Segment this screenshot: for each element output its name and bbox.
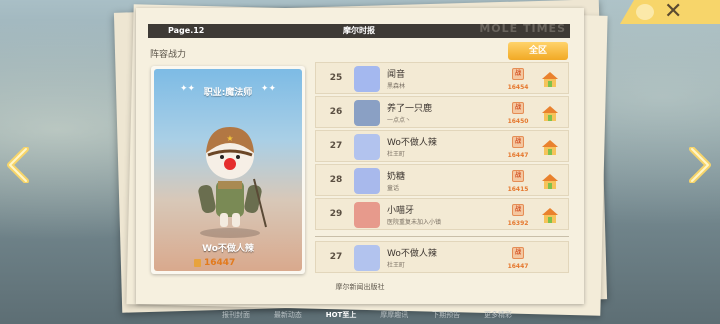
newspaper-header: Page.12 摩尔时报 MOLE TIMES: [148, 22, 570, 38]
divider: [315, 236, 569, 237]
rank-number: 26: [329, 107, 343, 117]
mole-avatar: ★: [198, 127, 267, 238]
player-power: 16447: [204, 258, 236, 268]
power-badge-icon: 战: [512, 247, 524, 259]
player-name: Wo不做人辣: [202, 244, 254, 254]
list-item[interactable]: 28 奶糖 童话 战 16415: [315, 164, 569, 196]
home-icon[interactable]: [540, 70, 560, 88]
rank-number: 29: [329, 209, 343, 219]
power-value: 16454: [507, 84, 529, 91]
list-item[interactable]: 29 小喵牙 医院重复未加入小镇 战 16392: [315, 198, 569, 230]
power-value: 16447: [507, 152, 529, 159]
power-badge-icon: 战: [512, 170, 524, 182]
player-name: 闻音: [387, 70, 406, 80]
power-icon: [194, 259, 201, 267]
mole-badge-icon: [636, 4, 654, 20]
power-value: 16392: [507, 220, 529, 227]
tab-fun[interactable]: 摩摩趣讯: [380, 310, 408, 320]
player-avatar: [354, 134, 380, 160]
chevron-left-icon[interactable]: [6, 147, 30, 183]
player-town: 黑森林: [387, 83, 406, 90]
chevron-right-icon[interactable]: [688, 147, 712, 183]
rank-number: 25: [329, 73, 343, 83]
close-icon[interactable]: ✕: [664, 0, 682, 24]
player-town: 医院重复未加入小镇: [387, 219, 442, 226]
tab-latest[interactable]: 最新动态: [274, 310, 302, 320]
home-icon[interactable]: [540, 104, 560, 122]
player-town: 一点点丶: [387, 117, 412, 124]
list-item[interactable]: 25 闻音 黑森林 战 16454: [315, 62, 569, 94]
player-name: 小喵牙: [387, 206, 415, 216]
player-avatar: [354, 100, 380, 126]
home-icon[interactable]: [540, 172, 560, 190]
player-avatar: [354, 202, 380, 228]
home-icon[interactable]: [540, 206, 560, 224]
tab-preview[interactable]: 下期预告: [432, 310, 460, 320]
list-item[interactable]: 26 养了一只鹿 一点点丶 战 16450: [315, 96, 569, 128]
player-card: ✦✦ 职业:魔法师 ✦✦ ★ Wo不做人辣 16447: [151, 66, 305, 274]
player-avatar: [354, 245, 380, 271]
my-rank-row[interactable]: 27 Wo不做人辣 杜王町 战 16447: [315, 241, 569, 273]
bottom-tabs: 报刊封面 最新动态 HOT至上 摩摩趣讯 下期预告 更多精彩: [222, 310, 512, 320]
rank-number: 27: [329, 252, 343, 262]
tab-cover[interactable]: 报刊封面: [222, 310, 250, 320]
rank-number: 28: [329, 175, 343, 185]
player-avatar: [354, 66, 380, 92]
power-value: 16450: [507, 118, 529, 125]
player-town: 杜王町: [387, 262, 406, 269]
power-value: 16447: [507, 263, 529, 270]
power-badge-icon: 战: [512, 136, 524, 148]
player-card-background: ✦✦ 职业:魔法师 ✦✦ ★ Wo不做人辣 16447: [154, 69, 302, 271]
player-name: Wo不做人辣: [387, 138, 437, 148]
tab-more[interactable]: 更多精彩: [484, 310, 512, 320]
brand-text: MOLE TIMES: [479, 22, 566, 35]
region-button[interactable]: 全区: [508, 42, 568, 60]
player-name: Wo不做人辣: [387, 249, 437, 259]
sparkle-icon: ✦✦: [260, 84, 276, 94]
power-badge-icon: 战: [512, 204, 524, 216]
player-name: 奶糖: [387, 172, 406, 182]
list-item[interactable]: 27 Wo不做人辣 杜王町 战 16447: [315, 130, 569, 162]
power-badge-icon: 战: [512, 102, 524, 114]
power-badge-icon: 战: [512, 68, 524, 80]
player-name: 养了一只鹿: [387, 104, 433, 114]
power-value: 16415: [507, 186, 529, 193]
player-town: 童话: [387, 185, 400, 192]
player-avatar: [354, 168, 380, 194]
player-town: 杜王町: [387, 151, 406, 158]
publisher-label: 摩尔新闻出版社: [335, 283, 385, 291]
rank-number: 27: [329, 141, 343, 151]
section-label: 阵容战力: [150, 50, 187, 60]
svg-text:★: ★: [226, 134, 233, 143]
player-job: 职业:魔法师: [203, 88, 253, 98]
home-icon[interactable]: [540, 138, 560, 156]
tab-hot[interactable]: HOT至上: [326, 310, 357, 320]
